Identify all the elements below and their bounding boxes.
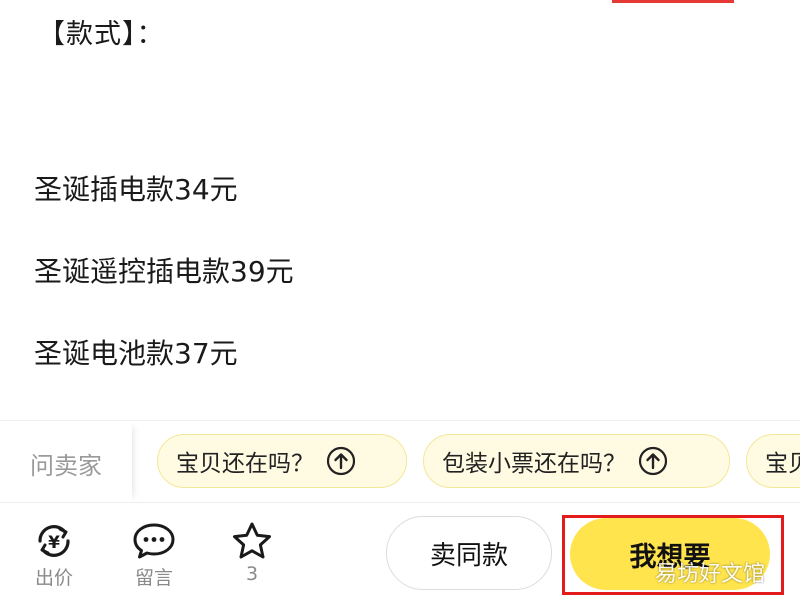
description-line: 圣诞电池款37元 (34, 337, 238, 370)
favorite-count: 3 (245, 563, 259, 585)
chip-label: 宝贝 (765, 451, 800, 477)
section-title: 【款式】： (38, 19, 165, 50)
description-line: 圣诞插电款34元 (34, 173, 238, 206)
favorite-button[interactable]: 3 (224, 521, 280, 585)
sell-same-button[interactable]: 卖同款 (386, 516, 552, 590)
description-area: 【款式】： 圣诞插电款34元 圣诞遥控插电款39元 圣诞电池款37元 … (0, 0, 800, 420)
arrow-up-circle-icon (326, 446, 356, 476)
quick-question-bar: 宝贝还在吗？ 包装小票还在吗？ 宝贝 问卖家 (0, 420, 800, 503)
description-line: 圣诞遥控插电款39元 (34, 255, 294, 288)
offer-button[interactable]: ¥ 出价 (26, 521, 82, 590)
chip-label: 包装小票还在吗？ (442, 451, 626, 477)
quick-question-chip[interactable]: 宝贝还在吗？ (157, 434, 407, 488)
svg-text:¥: ¥ (48, 533, 60, 553)
description-line-partial: … (34, 406, 62, 420)
ask-seller-label: 问卖家 (30, 452, 102, 480)
star-icon (233, 522, 271, 559)
quick-question-chip[interactable]: 宝贝 (746, 434, 800, 488)
watermark-text: 易坊好文馆 (655, 562, 766, 587)
yuan-refresh-icon: ¥ (38, 525, 70, 557)
comment-button[interactable]: 留言 (126, 521, 182, 590)
offer-label: 出价 (34, 567, 73, 589)
quick-question-chip[interactable]: 包装小票还在吗？ (423, 434, 730, 488)
chip-label: 宝贝还在吗？ (176, 451, 314, 477)
ask-seller-button[interactable]: 问卖家 (0, 421, 132, 503)
arrow-up-circle-icon (638, 446, 668, 476)
chat-bubble-icon (133, 523, 175, 559)
comment-label: 留言 (134, 567, 173, 589)
